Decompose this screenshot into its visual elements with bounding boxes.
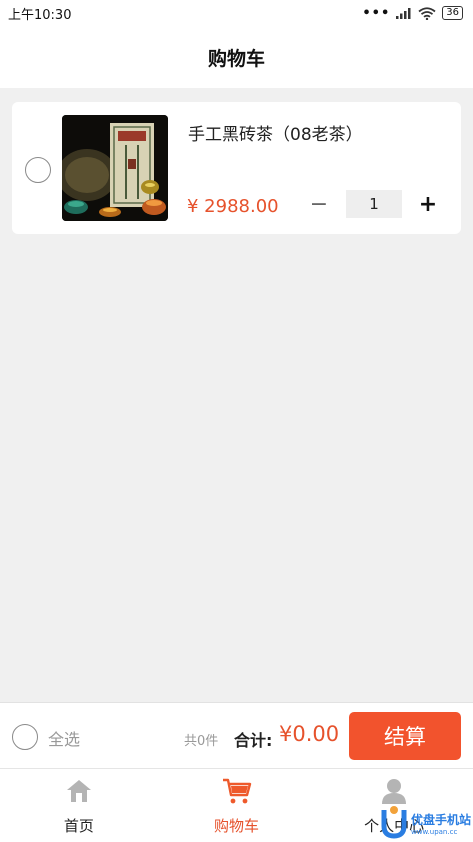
- user-icon: [380, 777, 408, 805]
- site-watermark: 优盘手机站 www.upan.cc: [378, 802, 473, 842]
- battery-icon: 36: [442, 6, 463, 20]
- decrease-quantity-button[interactable]: −: [307, 190, 331, 218]
- signal-icon: [396, 8, 411, 19]
- product-price: ¥ 2988.00: [187, 196, 279, 217]
- status-bar: 上午10:30 ••• 36: [0, 0, 473, 26]
- select-all-label[interactable]: 全选: [48, 726, 80, 750]
- select-all-checkbox[interactable]: [12, 724, 38, 750]
- home-icon: [65, 777, 93, 805]
- watermark-subtext: www.upan.cc: [411, 828, 458, 836]
- watermark-logo-icon: [381, 806, 407, 839]
- item-count-text: 共0件: [184, 734, 219, 749]
- tab-cart-label: 购物车: [214, 817, 260, 835]
- tea-brick-image: [62, 115, 168, 221]
- nav-header: 购物车: [0, 26, 473, 88]
- cart-item-card: 手工黑砖茶（08老茶） ¥ 2988.00 − 1 +: [12, 102, 461, 234]
- tab-home[interactable]: 首页: [0, 769, 158, 842]
- watermark-text: 优盘手机站: [411, 813, 472, 827]
- wifi-icon: [418, 6, 436, 20]
- product-thumbnail[interactable]: [62, 115, 168, 221]
- total-label: 合计:: [234, 731, 273, 750]
- tab-cart[interactable]: 购物车: [158, 769, 316, 842]
- increase-quantity-button[interactable]: +: [416, 190, 440, 218]
- product-title[interactable]: 手工黑砖茶（08老茶）: [188, 120, 363, 145]
- status-icons: ••• 36: [362, 6, 463, 21]
- tab-home-label: 首页: [63, 817, 94, 835]
- item-select-checkbox[interactable]: [25, 157, 51, 183]
- checkout-button[interactable]: 结算: [349, 712, 461, 760]
- page-title: 购物车: [207, 47, 265, 70]
- total-amount: ¥0.00: [279, 722, 340, 746]
- status-time: 上午10:30: [8, 7, 72, 23]
- quantity-field[interactable]: 1: [346, 190, 402, 218]
- cart-icon: [222, 777, 252, 805]
- more-dots-icon: •••: [362, 5, 391, 21]
- checkout-bar: 全选 共0件 合计: ¥0.00 结算: [0, 702, 473, 768]
